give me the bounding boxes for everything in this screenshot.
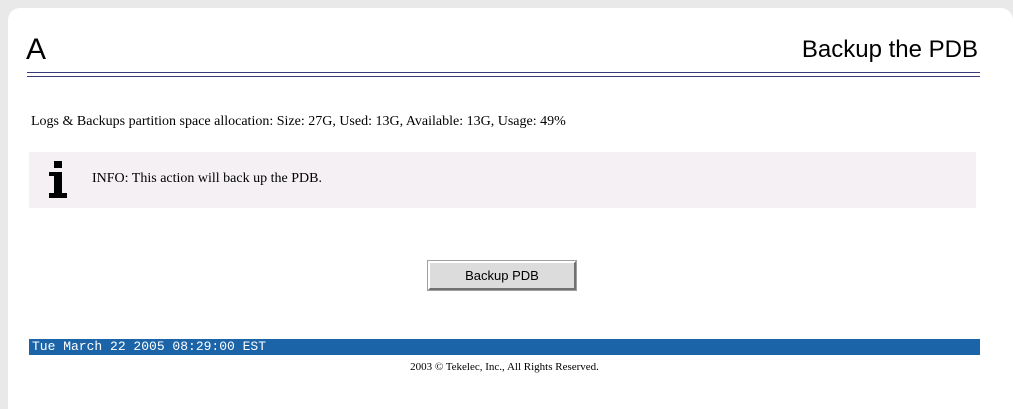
header-divider-top [27, 72, 980, 73]
page-header: A Backup the PDB [8, 8, 1013, 83]
footer-copyright: 2003 © Tekelec, Inc., All Rights Reserve… [410, 361, 599, 373]
status-bar: Tue March 22 2005 08:29:00 EST [29, 339, 980, 355]
page-title: Backup the PDB [801, 36, 978, 63]
info-icon [49, 161, 67, 198]
info-message-box: INFO: This action will back up the PDB. [29, 152, 976, 208]
status-datetime: Tue March 22 2005 08:29:00 EST [32, 339, 267, 354]
backup-pdb-button[interactable]: Backup PDB [427, 260, 577, 291]
main-panel: A Backup the PDB Logs & Backups partitio… [8, 8, 1013, 409]
partition-allocation-text: Logs & Backups partition space allocatio… [31, 114, 566, 129]
header-divider-bottom [27, 76, 980, 77]
info-message-text: INFO: This action will back up the PDB. [92, 171, 322, 186]
header-letter: A [26, 33, 47, 66]
